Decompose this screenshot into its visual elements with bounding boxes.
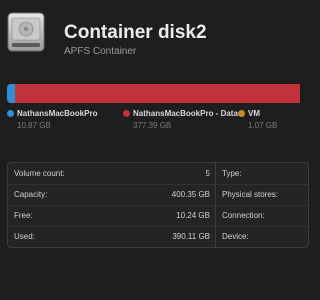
page-title: Container disk2 xyxy=(64,22,207,43)
info-label: Free: xyxy=(14,211,33,220)
legend-dot xyxy=(7,110,14,117)
page-subtitle: APFS Container xyxy=(64,46,137,57)
info-label: Capacity: xyxy=(14,190,48,199)
info-value: 400.35 GB xyxy=(171,190,210,199)
legend-dot xyxy=(123,110,130,117)
info-row-used: Used: 390.11 GB Device: xyxy=(8,226,308,247)
info-value: 5 xyxy=(205,169,210,178)
storage-usage-bar xyxy=(7,84,300,103)
container-info-table: Volume count: 5 Type: Capacity: 400.35 G… xyxy=(7,162,309,248)
info-row-capacity: Capacity: 400.35 GB Physical stores: xyxy=(8,184,308,205)
hard-drive-icon xyxy=(7,12,45,52)
info-label-right: Connection: xyxy=(222,211,265,220)
legend-name: NathansMacBookPro xyxy=(17,109,98,118)
info-label: Used: xyxy=(14,232,35,241)
info-label-right: Physical stores: xyxy=(222,190,279,199)
info-label-right: Device: xyxy=(222,232,249,241)
info-label-right: Type: xyxy=(222,169,242,178)
info-row-volume-count: Volume count: 5 Type: xyxy=(8,163,308,184)
legend-size: 377.39 GB xyxy=(133,121,172,130)
legend-name: VM xyxy=(248,109,260,118)
legend-name: NathansMacBookPro - Data xyxy=(133,109,238,118)
info-value: 10.24 GB xyxy=(176,211,210,220)
info-label: Volume count: xyxy=(14,169,65,178)
info-row-free: Free: 10.24 GB Connection: xyxy=(8,205,308,226)
container-header: Container disk2 APFS Container xyxy=(6,8,296,58)
legend-dot xyxy=(238,110,245,117)
info-value: 390.11 GB xyxy=(172,232,210,241)
usage-segment-system xyxy=(7,84,15,103)
legend-size: 1.07 GB xyxy=(248,121,278,130)
legend-size: 10.87 GB xyxy=(17,121,51,130)
